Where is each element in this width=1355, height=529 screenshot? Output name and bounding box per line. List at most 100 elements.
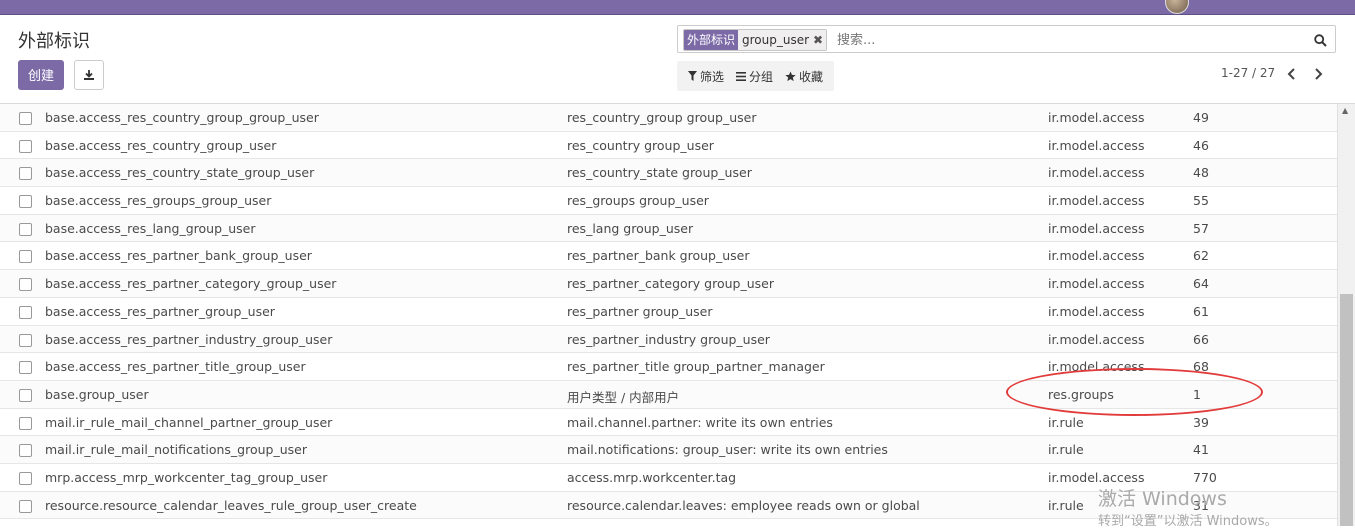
favorites-button[interactable]: 收藏 bbox=[780, 68, 828, 85]
group-by-icon bbox=[736, 71, 747, 81]
table-row[interactable]: base.access_res_partner_bank_group_user r… bbox=[0, 242, 1337, 271]
filter-label: 筛选 bbox=[700, 69, 725, 84]
cell-model-name: ir.rule bbox=[1048, 414, 1084, 430]
windows-watermark-title: 激活 Windows bbox=[1098, 488, 1227, 510]
apps-menu-icon[interactable] bbox=[30, 0, 60, 6]
download-icon bbox=[84, 70, 94, 80]
row-checkbox[interactable] bbox=[19, 388, 32, 402]
cell-model-name: ir.model.access bbox=[1048, 137, 1145, 153]
filter-button[interactable]: 筛选 bbox=[683, 68, 729, 85]
pager-previous-icon[interactable] bbox=[1287, 68, 1296, 84]
cell-record-id: 41 bbox=[1193, 442, 1209, 458]
cell-model-name: ir.model.access bbox=[1048, 248, 1145, 264]
row-checkbox[interactable] bbox=[19, 361, 32, 375]
cell-external-id: base.access_res_partner_category_group_u… bbox=[45, 276, 337, 292]
cell-record-name: res_partner_bank group_user bbox=[567, 248, 750, 264]
table-row[interactable]: base.access_res_partner_group_user res_pa… bbox=[0, 298, 1337, 326]
row-checkbox[interactable] bbox=[19, 333, 32, 347]
cell-record-name: mail.notifications: group_user: write it… bbox=[567, 442, 888, 458]
search-icon[interactable] bbox=[1314, 32, 1327, 51]
table-row[interactable]: mail.ir_rule_mail_channel_partner_group_… bbox=[0, 409, 1337, 437]
row-checkbox[interactable] bbox=[19, 167, 32, 181]
row-checkbox[interactable] bbox=[19, 222, 32, 236]
row-checkbox[interactable] bbox=[19, 471, 32, 485]
table-row[interactable]: base.access_res_country_state_group_user… bbox=[0, 159, 1337, 188]
pager-value[interactable]: 1-27 / 27 bbox=[1221, 66, 1275, 80]
cell-record-id: 1 bbox=[1193, 386, 1201, 402]
cell-model-name: ir.model.access bbox=[1048, 469, 1145, 485]
row-checkbox[interactable] bbox=[19, 250, 32, 264]
table-row[interactable]: base.access_res_country_group_user res_co… bbox=[0, 132, 1337, 160]
cell-record-name: mail.channel.partner: write its own entr… bbox=[567, 414, 833, 430]
table-row[interactable]: base.access_res_lang_group_user res_lang … bbox=[0, 214, 1337, 243]
cell-record-name: res_lang group_user bbox=[567, 220, 694, 236]
page-title: 外部标识 bbox=[18, 31, 90, 52]
cell-record-id: 61 bbox=[1193, 303, 1209, 319]
user-avatar[interactable] bbox=[1165, 0, 1189, 14]
table-row[interactable]: base.access_res_partner_title_group_user… bbox=[0, 353, 1337, 381]
row-checkbox[interactable] bbox=[19, 112, 32, 125]
cell-model-name: ir.rule bbox=[1048, 442, 1084, 458]
cell-record-id: 39 bbox=[1193, 414, 1209, 430]
cell-record-name: res_country_group group_user bbox=[567, 110, 757, 125]
cell-model-name: ir.rule bbox=[1048, 497, 1084, 513]
top-navbar bbox=[0, 0, 1355, 15]
search-facet[interactable]: 外部标识 group_user ✖ bbox=[683, 29, 828, 51]
cell-record-name: res_partner_industry group_user bbox=[567, 331, 770, 347]
scrollbar[interactable]: ▲ bbox=[1337, 104, 1355, 526]
scroll-up-icon[interactable]: ▲ bbox=[1342, 106, 1348, 115]
cell-model-name: ir.model.access bbox=[1048, 359, 1145, 375]
cell-record-id: 770 bbox=[1193, 469, 1217, 485]
cell-model-name: ir.model.access bbox=[1048, 110, 1145, 125]
cell-external-id: base.access_res_groups_group_user bbox=[45, 193, 272, 209]
create-button[interactable]: 创建 bbox=[18, 60, 64, 90]
row-checkbox[interactable] bbox=[19, 416, 32, 430]
row-checkbox[interactable] bbox=[19, 139, 32, 153]
cell-record-id: 68 bbox=[1193, 359, 1209, 375]
control-panel: 外部标识 创建 外部标识 group_user ✖ 筛选 分组 bbox=[0, 15, 1355, 104]
table-row[interactable]: mail.ir_rule_mail_notifications_group_us… bbox=[0, 436, 1337, 464]
row-checkbox[interactable] bbox=[19, 278, 32, 292]
facet-label: 外部标识 bbox=[684, 30, 739, 50]
facet-value-text: group_user bbox=[742, 33, 810, 47]
search-bar[interactable]: 外部标识 group_user ✖ bbox=[677, 25, 1336, 53]
star-icon bbox=[785, 70, 796, 81]
pager-next-icon[interactable] bbox=[1314, 68, 1323, 84]
table-row[interactable]: base.group_user 用户类型 / 内部用户 res.groups 1 bbox=[0, 380, 1337, 409]
cell-model-name: ir.model.access bbox=[1048, 303, 1145, 319]
scroll-thumb[interactable] bbox=[1340, 294, 1353, 526]
cell-record-id: 49 bbox=[1193, 110, 1209, 125]
cell-external-id: base.access_res_country_group_group_user bbox=[45, 110, 319, 125]
facet-value: group_user ✖ bbox=[738, 30, 827, 50]
cell-record-id: 55 bbox=[1193, 193, 1209, 209]
cell-record-id: 64 bbox=[1193, 276, 1209, 292]
row-checkbox[interactable] bbox=[19, 305, 32, 319]
table-row[interactable]: base.access_res_partner_industry_group_u… bbox=[0, 325, 1337, 354]
cell-external-id: resource.resource_calendar_leaves_rule_g… bbox=[45, 497, 417, 513]
table-row[interactable]: base.access_res_groups_group_user res_gro… bbox=[0, 187, 1337, 215]
row-checkbox[interactable] bbox=[19, 499, 32, 513]
cell-record-name: 用户类型 / 内部用户 bbox=[567, 389, 680, 405]
table-row[interactable]: base.access_res_country_group_group_user… bbox=[0, 104, 1337, 132]
cell-external-id: mail.ir_rule_mail_channel_partner_group_… bbox=[45, 414, 333, 430]
cell-record-name: res_partner_title group_partner_manager bbox=[567, 359, 825, 375]
row-checkbox[interactable] bbox=[19, 195, 32, 209]
cell-model-name: res.groups bbox=[1048, 386, 1114, 402]
cell-external-id: base.group_user bbox=[45, 386, 149, 402]
records-list: base.access_res_country_group_group_user… bbox=[0, 104, 1337, 520]
cell-model-name: ir.model.access bbox=[1048, 193, 1145, 209]
row-checkbox[interactable] bbox=[19, 444, 32, 458]
cell-record-id: 57 bbox=[1193, 220, 1209, 236]
table-row[interactable]: base.access_res_partner_category_group_u… bbox=[0, 270, 1337, 298]
cell-record-name: res_partner_category group_user bbox=[567, 276, 774, 292]
facet-remove-icon[interactable]: ✖ bbox=[813, 30, 823, 50]
group-by-button[interactable]: 分组 bbox=[731, 68, 778, 85]
download-button[interactable] bbox=[74, 60, 104, 90]
cell-external-id: mail.ir_rule_mail_notifications_group_us… bbox=[45, 442, 307, 458]
favorites-label: 收藏 bbox=[799, 69, 824, 84]
search-input[interactable] bbox=[835, 30, 1299, 50]
cell-external-id: base.access_res_partner_industry_group_u… bbox=[45, 331, 333, 347]
cell-record-id: 66 bbox=[1193, 331, 1209, 347]
cell-model-name: ir.model.access bbox=[1048, 220, 1145, 236]
cell-external-id: base.access_res_lang_group_user bbox=[45, 220, 256, 236]
